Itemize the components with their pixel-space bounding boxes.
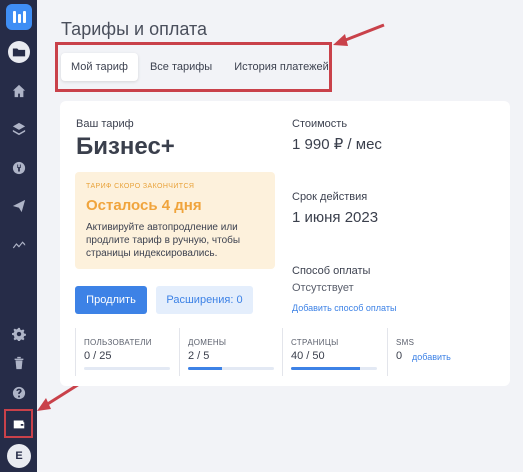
wallet-icon[interactable] bbox=[4, 409, 33, 438]
folder-icon[interactable] bbox=[8, 41, 30, 63]
validity-value: 1 июня 2023 bbox=[292, 209, 379, 226]
progress-bar bbox=[84, 367, 170, 370]
stat-divider bbox=[179, 328, 180, 376]
plan-label: Ваш тариф bbox=[76, 118, 134, 130]
trash-icon[interactable] bbox=[8, 352, 30, 374]
progress-fill bbox=[188, 367, 223, 370]
sidebar: E bbox=[0, 0, 37, 472]
notice-title: Осталось 4 дня bbox=[86, 197, 202, 214]
stat-label: ПОЛЬЗОВАТЕЛИ bbox=[84, 338, 152, 347]
home-icon[interactable] bbox=[8, 80, 30, 102]
payment-value: Отсутствует bbox=[292, 282, 354, 294]
cost-label: Стоимость bbox=[292, 118, 348, 130]
notice-text: Активируйте автопродление или продлите т… bbox=[86, 222, 241, 259]
stat-divider bbox=[282, 328, 283, 376]
help-icon[interactable] bbox=[8, 382, 30, 404]
stat-pages: СТРАНИЦЫ 40 / 50 bbox=[282, 328, 387, 376]
tab-my-plan[interactable]: Мой тариф bbox=[61, 53, 138, 81]
stat-divider bbox=[387, 328, 388, 376]
layers-icon[interactable] bbox=[8, 118, 30, 140]
add-payment-link[interactable]: Добавить способ оплаты bbox=[292, 303, 396, 313]
progress-bar bbox=[291, 367, 377, 370]
stat-users: ПОЛЬЗОВАТЕЛИ 0 / 25 bbox=[75, 328, 179, 376]
extensions-button[interactable]: Расширения: 0 bbox=[156, 286, 253, 314]
plan-card: Ваш тариф Бизнес+ ТАРИФ СКОРО ЗАКОНЧИТСЯ… bbox=[60, 101, 510, 386]
logo-icon[interactable] bbox=[6, 4, 32, 30]
stat-value: 2 / 5 bbox=[188, 350, 210, 362]
extend-button[interactable]: Продлить bbox=[75, 286, 147, 314]
stat-label: SMS bbox=[396, 338, 415, 347]
stat-domains: ДОМЕНЫ 2 / 5 bbox=[179, 328, 282, 376]
tabs: Мой тариф Все тарифы История платежей bbox=[61, 53, 341, 81]
stat-value: 40 / 50 bbox=[291, 350, 325, 362]
page-title: Тарифы и оплата bbox=[61, 19, 207, 39]
stat-sms: SMS 0 добавить bbox=[387, 328, 497, 376]
validity-label: Срок действия bbox=[292, 191, 368, 203]
analytics-icon[interactable] bbox=[8, 233, 30, 255]
avatar[interactable]: E bbox=[7, 444, 31, 468]
tab-payment-history[interactable]: История платежей bbox=[224, 53, 339, 81]
progress-fill bbox=[291, 367, 360, 370]
expiry-notice: ТАРИФ СКОРО ЗАКОНЧИТСЯ Осталось 4 дня Ак… bbox=[75, 172, 275, 269]
add-sms-link[interactable]: добавить bbox=[412, 352, 451, 362]
stat-label: СТРАНИЦЫ bbox=[291, 338, 339, 347]
payment-label: Способ оплаты bbox=[292, 265, 371, 277]
gear-icon[interactable] bbox=[8, 323, 30, 345]
stat-label: ДОМЕНЫ bbox=[188, 338, 227, 347]
plan-name: Бизнес+ bbox=[76, 133, 175, 160]
notice-tag: ТАРИФ СКОРО ЗАКОНЧИТСЯ bbox=[86, 183, 195, 190]
stat-divider bbox=[75, 328, 76, 376]
send-icon[interactable] bbox=[8, 195, 30, 217]
cost-value: 1 990 ₽ / мес bbox=[292, 136, 382, 153]
progress-bar bbox=[188, 367, 274, 370]
stat-value: 0 bbox=[396, 350, 403, 362]
plugin-icon[interactable] bbox=[8, 157, 30, 179]
stat-value: 0 / 25 bbox=[84, 350, 112, 362]
tab-all-plans[interactable]: Все тарифы bbox=[140, 53, 222, 81]
